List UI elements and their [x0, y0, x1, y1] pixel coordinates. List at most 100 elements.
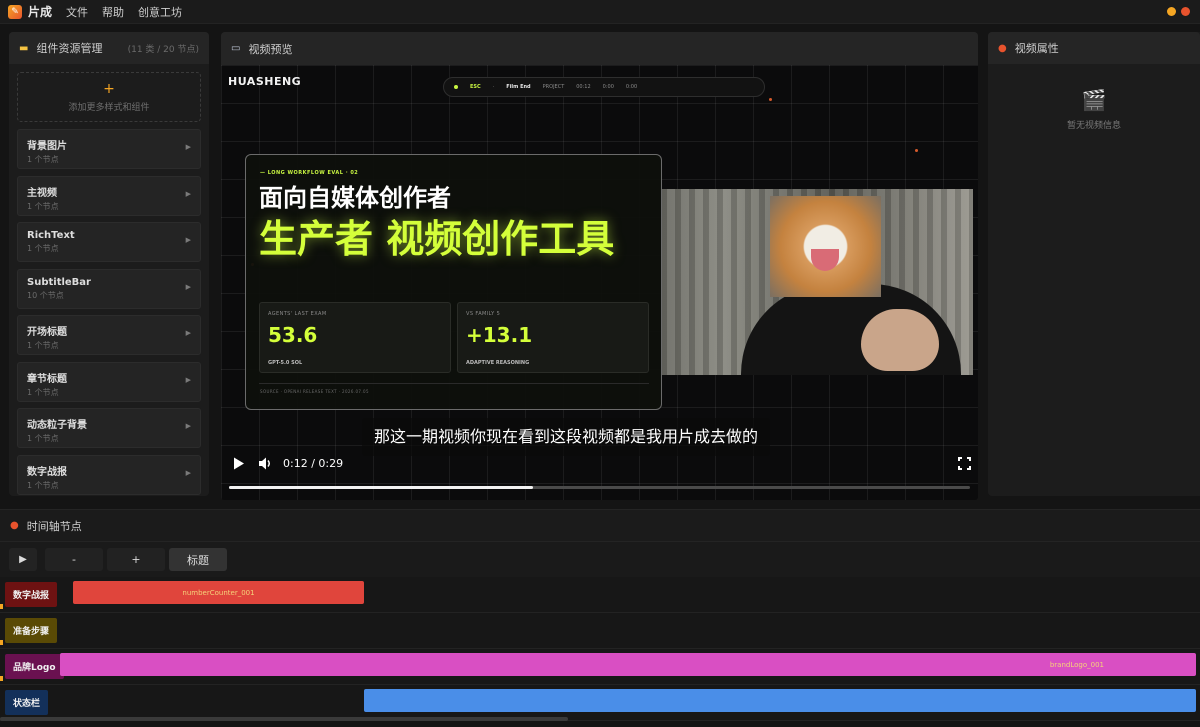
component-name: 章节标题 [27, 373, 67, 385]
pill-text: ESC [470, 84, 481, 90]
plus-icon: + [103, 80, 115, 97]
component-node-count: 1 个节点 [27, 387, 59, 397]
close-button[interactable] [1181, 7, 1190, 16]
component-node-count: 1 个节点 [27, 480, 59, 490]
timeline-scrollbar[interactable] [0, 717, 568, 721]
app-window: ✎ 片成 文件 帮助 创意工坊 ▬ 组件资源管理 (11 类 / 20 节点) … [0, 0, 1200, 727]
brand-name: HUASHENG [228, 75, 302, 88]
expand-arrow-icon: ▶ [185, 282, 191, 291]
component-panel: ▬ 组件资源管理 (11 类 / 20 节点) + 添加更多样式和组件 背景图片… [9, 32, 209, 496]
expand-arrow-icon: ▶ [185, 236, 191, 244]
stat-label: VS FAMILY 5 [466, 311, 501, 317]
component-item[interactable]: SubtitleBar 10 个节点 ▶ [17, 268, 201, 309]
time-display: 0:12 / 0:29 [283, 456, 344, 470]
stat-box: AGENTS' LAST EXAM 53.6 GPT-5.0 SOL [259, 302, 451, 373]
expand-arrow-icon: ▶ [185, 189, 191, 198]
component-item[interactable]: 章节标题 1 个节点 ▶ [17, 361, 201, 402]
pill-text: 0:00 [602, 84, 614, 90]
expand-arrow-icon: ▶ [185, 422, 191, 430]
card-kicker: — LONG WORKFLOW EVAL · 02 [260, 170, 359, 176]
menu-file[interactable]: 文件 [66, 4, 88, 20]
component-node-count: 1 个节点 [27, 244, 59, 253]
pill-text: · [492, 84, 495, 90]
dog-mouth [811, 249, 839, 271]
component-name: RichText [27, 230, 75, 241]
expand-arrow-icon: ▶ [185, 329, 191, 337]
track-label[interactable]: 准备步骤 [5, 618, 58, 643]
particle [915, 149, 918, 152]
expand-arrow-icon: ▶ [185, 468, 191, 477]
component-item[interactable]: 主视频 1 个节点 ▶ [17, 175, 201, 216]
pill-text: PROJECT [542, 84, 565, 90]
preview-panel-header: ▭ 视频预览 [221, 32, 978, 65]
folder-icon: ▬ [19, 42, 29, 54]
component-item[interactable]: 数字战报 1 个节点 ▶ [17, 454, 201, 495]
empty-state: 🎬 暂无视频信息 [988, 88, 1200, 131]
properties-panel: ● 视频属性 🎬 暂无视频信息 [988, 32, 1200, 496]
component-node-count: 1 个节点 [27, 155, 59, 164]
component-item[interactable]: 动态粒子背景 1 个节点 ▶ [17, 408, 201, 448]
expand-arrow-icon: ▶ [185, 143, 191, 151]
volume-button[interactable] [258, 455, 273, 471]
preview-panel: ▭ 视频预览 [221, 32, 978, 65]
component-name: 动态粒子背景 [27, 420, 87, 431]
pill-text: 00:12 [576, 84, 591, 90]
stat-caption: ADAPTIVE REASONING [466, 360, 530, 366]
title-button[interactable]: 标题 [169, 548, 227, 571]
pill-text: Film End [506, 84, 531, 90]
zoom-out-button[interactable]: - [45, 548, 103, 571]
timeline-toolbar: ▶ - + 标题 [0, 542, 1200, 577]
timeline-track: 品牌Logo brandLogo_001 [0, 649, 1200, 685]
timeline-clip[interactable]: numberCounter_001 [73, 581, 364, 604]
component-node-count: 1 个节点 [27, 201, 59, 211]
timeline-clip[interactable] [364, 689, 1196, 712]
timeline-play-button[interactable]: ▶ [9, 548, 37, 571]
component-panel-header: ▬ 组件资源管理 (11 类 / 20 节点) [9, 32, 209, 64]
track-label[interactable]: 品牌Logo [5, 654, 64, 679]
keyframe-marker [0, 604, 3, 609]
component-name: SubtitleBar [27, 276, 91, 288]
minimize-button[interactable] [1167, 7, 1176, 16]
expand-arrow-icon: ▶ [185, 375, 191, 384]
stat-label: AGENTS' LAST EXAM [268, 311, 327, 317]
menubar: ✎ 片成 文件 帮助 创意工坊 [0, 0, 1200, 24]
film-icon: ▭ [231, 43, 241, 54]
subtitle-bar: 那这一期视频你现在看到这段视频都是我用片成去做的 [362, 418, 771, 456]
video-player[interactable]: HUASHENG ESC · Film End PROJECT 00:12 0:… [221, 65, 978, 500]
menu-help[interactable]: 帮助 [102, 4, 124, 20]
dog-overlay-image [770, 196, 881, 297]
card-divider [259, 383, 649, 384]
timeline-clip[interactable]: brandLogo_001 [60, 653, 1196, 676]
properties-panel-header: ● 视频属性 [988, 32, 1200, 64]
timeline-header: ● 时间轴节点 [0, 509, 1200, 542]
component-node-count: 10 个节点 [27, 290, 64, 300]
play-icon [234, 457, 244, 469]
component-item[interactable]: 开场标题 1 个节点 ▶ [17, 315, 201, 355]
track-label[interactable]: 状态栏 [5, 690, 49, 715]
particle [769, 98, 772, 101]
track-label[interactable]: 数字战报 [5, 582, 58, 607]
status-dot-icon [454, 85, 458, 89]
component-panel-title: 组件资源管理 [36, 42, 103, 55]
pill-text: 0:00 [625, 84, 638, 90]
component-item[interactable]: RichText 1 个节点 ▶ [17, 222, 201, 262]
title-card: — LONG WORKFLOW EVAL · 02 面向自媒体创作者 生产者 视… [245, 154, 662, 410]
play-button[interactable] [231, 455, 246, 471]
fullscreen-icon [958, 456, 971, 470]
video-progress-bar[interactable] [229, 486, 970, 489]
video-progress-fill [229, 486, 533, 489]
volume-icon [259, 457, 270, 469]
stat-value: +13.1 [466, 323, 533, 347]
component-name: 背景图片 [27, 141, 67, 152]
keyframe-marker [0, 640, 3, 645]
window-controls [1167, 7, 1190, 16]
menu-workshop[interactable]: 创意工坊 [138, 4, 182, 20]
timeline-track: 数字战报 numberCounter_001 [0, 577, 1200, 613]
card-footer: SOURCE · OPENAI RELEASE TEXT · 2026.07.0… [260, 389, 369, 394]
timeline-title: 时间轴节点 [26, 519, 82, 533]
add-component-button[interactable]: + 添加更多样式和组件 [17, 72, 201, 122]
zoom-in-button[interactable]: + [107, 548, 165, 571]
component-item[interactable]: 背景图片 1 个节点 ▶ [17, 129, 201, 169]
component-name: 开场标题 [27, 327, 67, 338]
fullscreen-button[interactable] [958, 455, 971, 471]
